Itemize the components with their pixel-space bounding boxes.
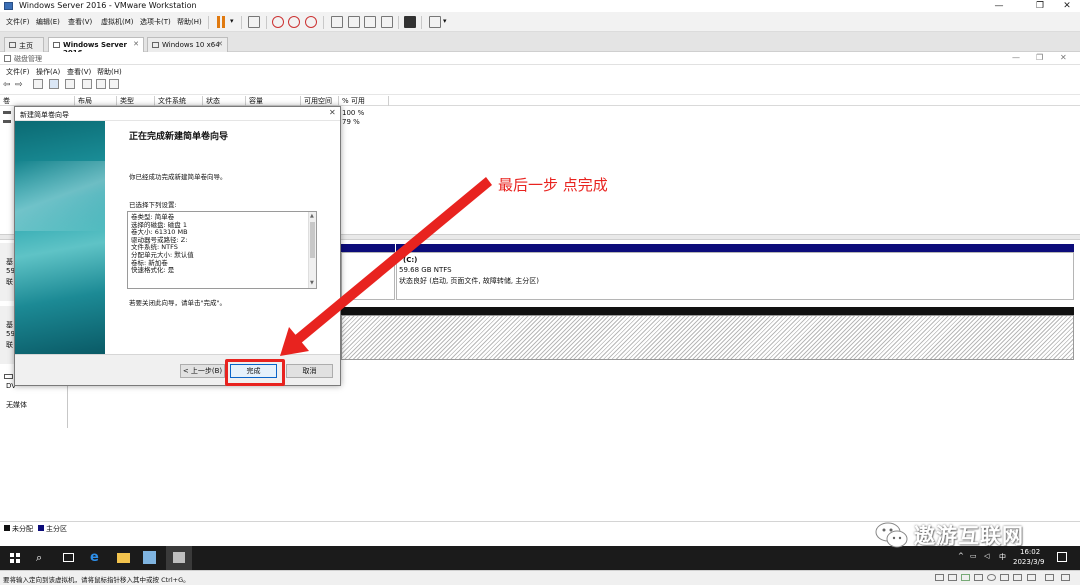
annotation-arrow bbox=[280, 177, 492, 356]
server-manager-icon[interactable] bbox=[143, 551, 156, 564]
vmware-status-bar: 要将输入定向到该虚拟机，请将鼠标指针移入其中或按 Ctrl+G。 bbox=[0, 570, 1080, 585]
edge-icon[interactable]: e bbox=[90, 550, 99, 565]
printer-icon[interactable] bbox=[1000, 574, 1009, 581]
cd-icon[interactable] bbox=[948, 574, 957, 581]
message-icon[interactable] bbox=[1027, 574, 1036, 581]
wechat-logo-icon bbox=[875, 522, 908, 548]
usb-icon[interactable] bbox=[974, 574, 983, 581]
fullscreen-status-icon[interactable] bbox=[1045, 574, 1054, 581]
disk-management-icon bbox=[173, 552, 185, 563]
status-text: 要将输入定向到该虚拟机，请将鼠标指针移入其中或按 Ctrl+G。 bbox=[3, 576, 190, 584]
watermark: 遨游互联网 bbox=[868, 514, 1078, 564]
active-app-tile[interactable] bbox=[166, 546, 192, 570]
watermark-text: 遨游互联网 bbox=[914, 524, 1024, 548]
network-adapter-icon[interactable] bbox=[961, 574, 970, 581]
sound-icon[interactable] bbox=[987, 574, 996, 581]
hdd-icon[interactable] bbox=[935, 574, 944, 581]
display-icon[interactable] bbox=[1013, 574, 1022, 581]
task-view-icon[interactable] bbox=[63, 553, 74, 562]
search-icon[interactable]: ⌕ bbox=[36, 551, 42, 565]
stretch-status-icon[interactable] bbox=[1061, 574, 1070, 581]
file-explorer-icon[interactable] bbox=[117, 553, 130, 563]
start-icon[interactable] bbox=[10, 553, 20, 563]
annotation-text: 最后一步 点完成 bbox=[498, 176, 608, 194]
